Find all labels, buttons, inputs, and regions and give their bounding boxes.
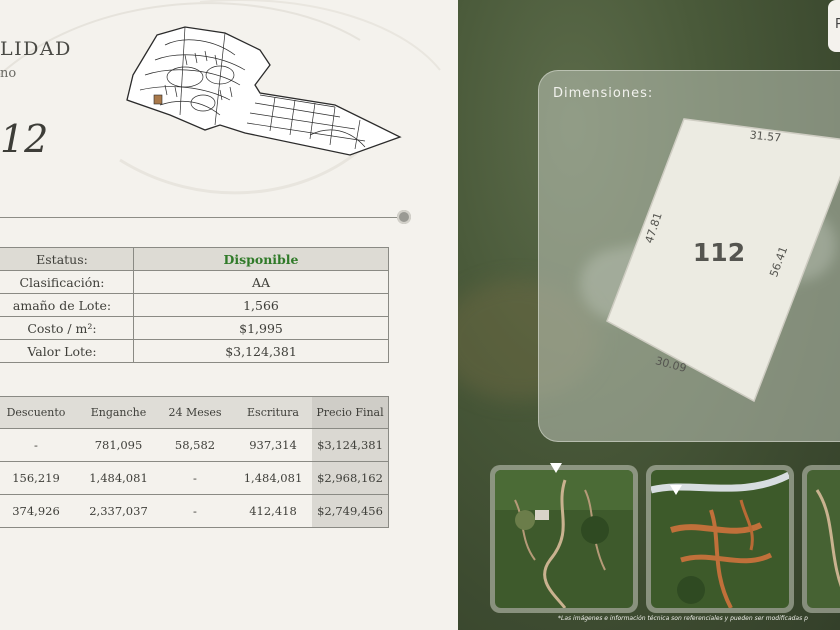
column-header: Precio Final [312, 396, 389, 429]
aerial-thumbnail-1[interactable] [490, 463, 638, 613]
table-cell: 156,219 [0, 461, 81, 495]
table-cell: 1,484,081 [234, 461, 312, 495]
table-row[interactable]: 156,219 1,484,081 - 1,484,081 $2,968,162 [0, 461, 389, 495]
aerial-view-panel: P Dimensiones: 112 31.57 47.81 56.41 30.… [458, 0, 840, 630]
top-right-button[interactable]: P [828, 0, 840, 52]
lot-info-table: Estatus: Disponible Clasificación: AA am… [0, 247, 389, 363]
final-price-cell: $3,124,381 [312, 428, 389, 462]
table-row: Valor Lote: $3,124,381 [0, 339, 389, 363]
marker-icon [670, 485, 682, 495]
site-plan-map[interactable] [125, 25, 405, 160]
table-cell: - [156, 494, 234, 528]
info-value: 1,566 [133, 293, 389, 317]
table-cell: 1,484,081 [81, 461, 156, 495]
column-header: Escritura [234, 396, 312, 429]
table-row: Costo / m²: $1,995 [0, 316, 389, 340]
table-header-row: Descuento Enganche 24 Meses Escritura Pr… [0, 396, 389, 429]
lot-shape-diagram: 112 31.57 47.81 56.41 30.09 [606, 118, 840, 403]
slider-handle[interactable] [397, 210, 411, 224]
info-label: Valor Lote: [0, 339, 134, 363]
info-label: Costo / m²: [0, 316, 134, 340]
slider-track[interactable] [0, 217, 400, 218]
table-row[interactable]: 374,926 2,337,037 - 412,418 $2,749,456 [0, 494, 389, 528]
table-cell: 374,926 [0, 494, 81, 528]
selected-lot-highlight [153, 94, 163, 105]
final-price-cell: $2,968,162 [312, 461, 389, 495]
lot-detail-panel: LIDAD no 12 Estatus: Disponible Clasific… [0, 0, 458, 630]
table-cell: 412,418 [234, 494, 312, 528]
development-title: LIDAD [0, 38, 72, 60]
table-cell: 58,582 [156, 428, 234, 462]
marker-icon [550, 463, 562, 473]
payment-plans-table: Descuento Enganche 24 Meses Escritura Pr… [0, 396, 389, 528]
table-cell: 781,095 [81, 428, 156, 462]
final-price-cell: $2,749,456 [312, 494, 389, 528]
aerial-thumbnail-3[interactable] [802, 465, 840, 613]
status-value: Disponible [133, 247, 389, 271]
disclaimer-footnote: *Las imágenes e información técnica son … [558, 615, 808, 622]
info-label: amaño de Lote: [0, 293, 134, 317]
info-label: Estatus: [0, 247, 134, 271]
table-cell: - [0, 428, 81, 462]
info-value: $3,124,381 [133, 339, 389, 363]
table-row[interactable]: - 781,095 58,582 937,314 $3,124,381 [0, 428, 389, 462]
dimensions-card: Dimensiones: 112 31.57 47.81 56.41 30.09 [538, 70, 840, 442]
lot-number-heading: 12 [0, 117, 49, 161]
table-cell: 937,314 [234, 428, 312, 462]
aerial-photo [495, 470, 633, 608]
aerial-thumbnail-2[interactable] [646, 465, 794, 613]
aerial-photo [807, 470, 840, 608]
lot-number-label: 112 [693, 238, 745, 267]
info-label: Clasificación: [0, 270, 134, 294]
table-row: amaño de Lote: 1,566 [0, 293, 389, 317]
info-value: AA [133, 270, 389, 294]
column-header: Descuento [0, 396, 81, 429]
table-cell: - [156, 461, 234, 495]
table-row: Estatus: Disponible [0, 247, 389, 271]
table-cell: 2,337,037 [81, 494, 156, 528]
column-header: 24 Meses [156, 396, 234, 429]
column-header: Enganche [81, 396, 156, 429]
table-row: Clasificación: AA [0, 270, 389, 294]
info-value: $1,995 [133, 316, 389, 340]
development-subtitle: no [0, 66, 17, 81]
